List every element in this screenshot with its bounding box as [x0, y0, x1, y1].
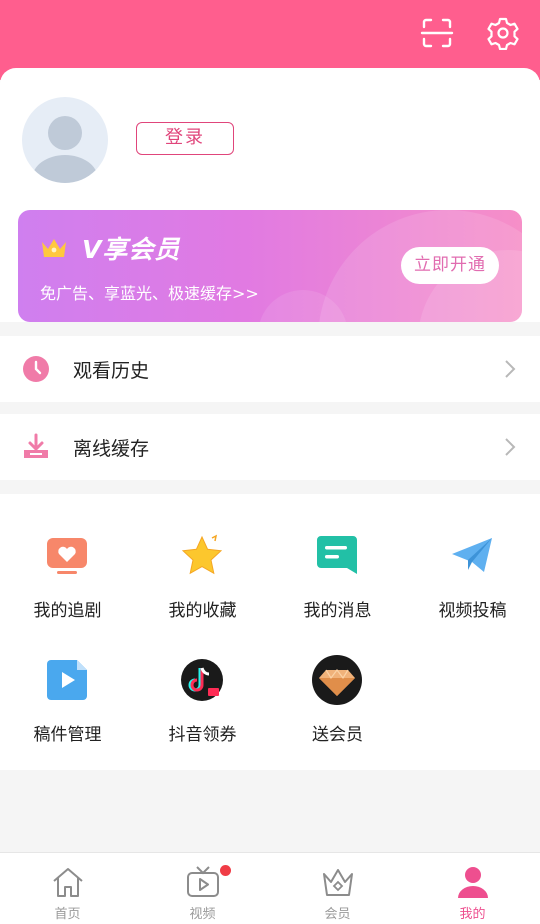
grid-item-manage-submissions[interactable]: 稿件管理	[0, 658, 135, 768]
grid-item-label: 我的消息	[303, 601, 372, 621]
grid-item-label: 抖音领券	[168, 725, 237, 745]
message-icon	[317, 536, 357, 574]
clock-icon	[23, 356, 49, 382]
grid-item-label: 稿件管理	[33, 725, 102, 745]
menu-item-history[interactable]: 观看历史	[0, 336, 540, 402]
paper-plane-icon	[452, 538, 492, 572]
tab-vip[interactable]: 会员	[270, 853, 405, 924]
vip-subtitle: 免广告、享蓝光、极速缓存>>	[40, 284, 259, 303]
grid-item-label: 送会员	[312, 725, 363, 745]
tab-label: 视频	[189, 907, 216, 922]
grid-item-following[interactable]: 我的追剧	[0, 534, 135, 644]
tab-mine[interactable]: 我的	[405, 853, 540, 924]
chevron-right-icon	[505, 360, 516, 378]
vip-banner[interactable]: V享会员 免广告、享蓝光、极速缓存>> 立即开通	[18, 210, 522, 322]
tab-label: 首页	[54, 907, 81, 922]
chevron-right-icon	[505, 438, 516, 456]
star-icon	[181, 534, 223, 575]
default-avatar-icon	[32, 116, 98, 183]
grid-item-label: 我的追剧	[33, 601, 102, 621]
grid-item-gift-vip[interactable]: 送会员	[270, 655, 405, 768]
vip-title: V享会员	[82, 235, 181, 264]
profile-card: 登录 V享会员 免广告、享蓝光、极速缓存>> 立即开通	[0, 68, 540, 322]
grid-item-label: 我的收藏	[168, 601, 237, 621]
tv-heart-icon	[47, 538, 87, 574]
douyin-coupon-icon	[181, 659, 223, 701]
diamond-icon	[312, 655, 362, 705]
grid-item-messages[interactable]: 我的消息	[270, 534, 405, 644]
grid-item-favorites[interactable]: 我的收藏	[135, 534, 270, 644]
grid-item-label: 视频投稿	[438, 601, 507, 621]
crown-outline-icon	[323, 869, 353, 896]
tab-label: 会员	[324, 907, 351, 922]
download-icon	[24, 433, 48, 458]
menu-item-offline-cache[interactable]: 离线缓存	[0, 414, 540, 480]
tv-play-icon	[187, 866, 219, 897]
grid-item-douyin-coupon[interactable]: 抖音领券	[135, 658, 270, 768]
video-file-icon	[47, 660, 87, 700]
tab-video[interactable]: 视频	[135, 853, 270, 924]
settings-icon[interactable]	[486, 16, 520, 50]
home-icon	[53, 868, 83, 897]
notification-badge	[220, 865, 231, 876]
login-button[interactable]: 登录	[136, 122, 234, 155]
grid-item-submit-video[interactable]: 视频投稿	[405, 534, 540, 644]
user-icon	[458, 867, 488, 898]
tab-home[interactable]: 首页	[0, 853, 135, 924]
tab-label: 我的	[459, 907, 486, 922]
bottom-tab-bar: 首页 视频 会员 我的	[0, 852, 540, 924]
menu-item-label: 观看历史	[73, 360, 150, 382]
avatar[interactable]	[22, 97, 108, 183]
feature-grid: 我的追剧 我的收藏 我的消息 视频投稿 稿件管理 抖音领券 送会员	[0, 494, 540, 770]
open-vip-button[interactable]: 立即开通	[401, 247, 499, 284]
scan-icon[interactable]	[420, 16, 454, 50]
crown-icon	[42, 239, 66, 257]
menu-item-label: 离线缓存	[73, 438, 150, 460]
